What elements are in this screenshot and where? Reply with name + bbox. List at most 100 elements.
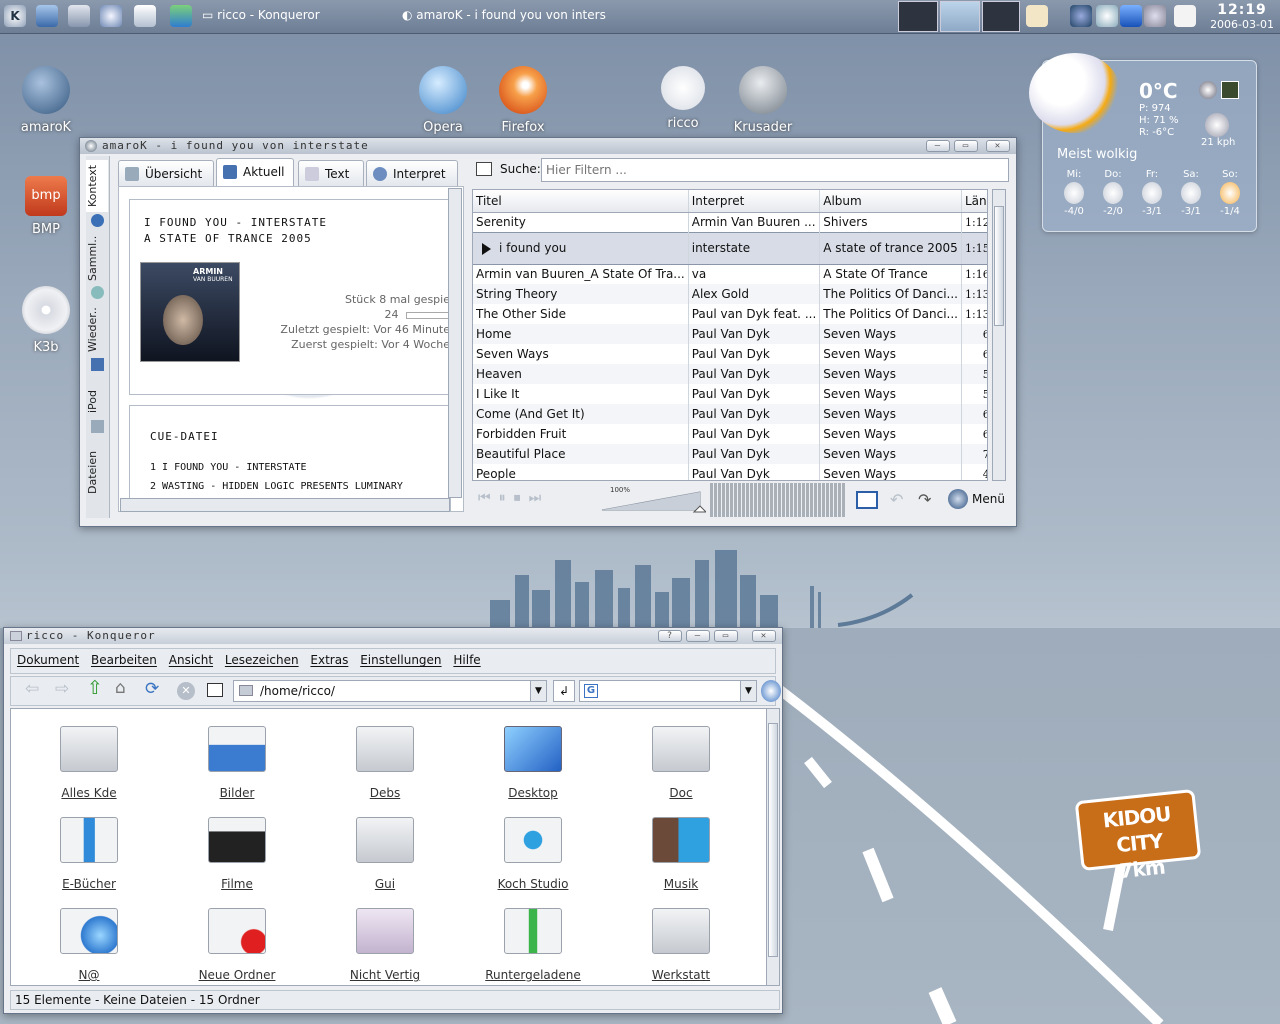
playlist-row[interactable]: SerenityArmin Van Buuren ...Shivers1:12:… (473, 212, 987, 232)
folder-item[interactable]: E-Bücher (24, 817, 154, 891)
desktop-icon-firefox[interactable]: Firefox (483, 66, 563, 135)
tools-icon[interactable] (68, 5, 90, 27)
reload-icon[interactable]: ⟳ (145, 679, 159, 699)
side-tab-ipod[interactable]: iPod (86, 384, 108, 418)
maximize-button[interactable]: ▭ (714, 630, 738, 642)
column-titel[interactable]: Titel (473, 190, 689, 213)
clock[interactable]: 12:19 2006-03-01 (1210, 2, 1274, 31)
volume-slider[interactable] (600, 490, 706, 514)
column-interpret[interactable]: Interpret (688, 190, 821, 213)
minimize-button[interactable]: – (686, 630, 710, 642)
menu-bearbeiten[interactable]: Bearbeiten (91, 653, 157, 667)
pager-desktop-1[interactable] (898, 1, 938, 32)
map-icon[interactable] (1221, 81, 1239, 99)
file-view-scroll-thumb[interactable] (768, 723, 778, 957)
desktop-icon-amarok[interactable]: amaroK (6, 66, 86, 135)
back-icon[interactable]: ⇦ (25, 679, 39, 699)
undo-icon[interactable]: ↶ (890, 490, 903, 509)
playlist-row[interactable]: Forbidden FruitPaul Van DykSeven Ways6:5… (473, 424, 987, 444)
tab-interpret[interactable]: Interpret (366, 160, 458, 186)
go-button[interactable]: ↲ (553, 680, 575, 702)
context-vscrollbar[interactable] (448, 188, 462, 498)
folder-item[interactable]: Debs (320, 726, 450, 800)
folder-item[interactable]: Runtergeladene (468, 908, 598, 982)
playlist-row[interactable]: PeoplePaul Van DykSeven Ways4:22 (473, 464, 987, 480)
help-button[interactable]: ? (658, 630, 682, 642)
menu-extras[interactable]: Extras (310, 653, 348, 667)
folder-item[interactable]: Desktop (468, 726, 598, 800)
web-search-input[interactable]: G ▼ (579, 680, 757, 702)
folder-item[interactable]: Gui (320, 817, 450, 891)
folder-item[interactable]: N@ (24, 908, 154, 982)
connection-icon[interactable] (1144, 5, 1166, 27)
playlist-row[interactable]: String Theory Alex Gold The Politics Of Da… (473, 284, 987, 304)
task-konqueror[interactable]: ▭ ricco - Konqueror (202, 8, 320, 22)
maximize-button[interactable]: ▭ (954, 140, 978, 152)
redo-icon[interactable]: ↷ (918, 490, 931, 509)
klipper-icon[interactable] (1026, 5, 1048, 27)
folder-item[interactable]: Filme (172, 817, 302, 891)
folder-item[interactable]: Bilder (172, 726, 302, 800)
folder-item[interactable]: Alles Kde (24, 726, 154, 800)
folder-item[interactable]: Werkstatt (616, 908, 746, 982)
menu-hilfe[interactable]: Hilfe (453, 653, 480, 667)
konqueror-titlebar[interactable]: ricco - Konqueror ? – ▭ ✕ (4, 628, 782, 644)
playlist-row[interactable]: Beautiful PlacePaul Van DykSeven Ways7:0… (473, 444, 987, 464)
volume-icon[interactable] (1096, 5, 1118, 27)
location-dropdown-icon[interactable]: ▼ (530, 681, 546, 701)
folder-item[interactable]: Nicht Vertig (320, 908, 450, 982)
search-dropdown-icon[interactable]: ▼ (740, 681, 756, 701)
clear-location-icon[interactable] (207, 683, 223, 697)
playlist-row[interactable]: HomePaul Van DykSeven Ways6:52 (473, 324, 987, 344)
browser-icon[interactable] (100, 5, 122, 27)
album-cover[interactable]: ARMIN VAN BUUREN (140, 262, 240, 362)
tab-uebersicht[interactable]: Übersicht (118, 160, 214, 186)
desktop-icon-k3b[interactable]: K3b (6, 286, 86, 355)
playlist-row[interactable]: The Other Side Paul van Dyk feat. ... The … (473, 304, 987, 324)
desktop-icon[interactable] (36, 5, 58, 27)
pause-icon[interactable]: ⏸ (499, 490, 514, 506)
folder-item[interactable]: Neue Ordner (172, 908, 302, 982)
previous-icon[interactable]: ⏮ (478, 490, 499, 506)
folder-item[interactable]: Musik (616, 817, 746, 891)
pager-desktop-3[interactable] (982, 1, 1020, 32)
desktop-icon-bmp[interactable]: bmp BMP (6, 176, 86, 237)
column-laenge[interactable]: Länge (961, 190, 987, 213)
desktop-icon-opera[interactable]: Opera (403, 66, 483, 135)
folder-item[interactable]: Koch Studio (468, 817, 598, 891)
playlist-row[interactable]: Armin van Buuren_A State Of Tra... va A St… (473, 264, 987, 284)
menu-einstellungen[interactable]: Einstellungen (360, 653, 441, 667)
playlist-row-current[interactable]: i found you interstate A state of trance 2… (473, 231, 987, 265)
playlist-row[interactable]: Seven WaysPaul Van DykSeven Ways6:24 (473, 344, 987, 364)
home-icon[interactable]: ⌂ (115, 678, 126, 698)
close-button[interactable]: ✕ (986, 140, 1010, 152)
stop-icon[interactable]: ⏹ (514, 490, 529, 506)
playlist-scrollbar[interactable] (992, 189, 1006, 481)
task-amarok[interactable]: ◐ amaroK - i found you von inters (402, 8, 606, 22)
desktop-icon-krusader[interactable]: Krusader (723, 66, 803, 135)
column-album[interactable]: Album (819, 190, 962, 213)
download-icon[interactable] (1120, 5, 1142, 27)
forward-icon[interactable]: ⇨ (55, 679, 69, 699)
playlist-search-input[interactable] (541, 158, 1009, 182)
amarok-titlebar[interactable]: amaroK - i found you von interstate – ▭ … (80, 138, 1016, 154)
clear-search-icon[interactable] (476, 162, 492, 176)
playlist-row[interactable]: Come (And Get It)Paul Van DykSeven Ways6… (473, 404, 987, 424)
kde-menu-icon[interactable]: K (4, 5, 26, 27)
location-input[interactable]: /home/ricco/ ▼ (233, 680, 547, 702)
close-button[interactable]: ✕ (752, 630, 776, 642)
playlist-scroll-thumb[interactable] (994, 206, 1004, 326)
stop-icon[interactable]: ✕ (177, 682, 195, 700)
menu-button[interactable]: Menü (972, 492, 1005, 506)
analyzer[interactable] (710, 483, 846, 517)
folder-item[interactable]: Doc (616, 726, 746, 800)
side-tab-dateien[interactable]: Dateien (86, 448, 108, 496)
playlist-row[interactable]: HeavenPaul Van DykSeven Ways5:29 (473, 364, 987, 384)
mail-icon[interactable] (134, 5, 156, 27)
side-tab-kontext[interactable]: Kontext (86, 160, 108, 212)
menu-dokument[interactable]: Dokument (17, 653, 79, 667)
minimize-button[interactable]: – (926, 140, 950, 152)
up-icon[interactable]: ⇧ (87, 677, 103, 699)
cue-track-1[interactable]: 1 I FOUND YOU - INTERSTATE (150, 462, 307, 473)
desktop-icon-ricco[interactable]: ricco (643, 66, 723, 131)
